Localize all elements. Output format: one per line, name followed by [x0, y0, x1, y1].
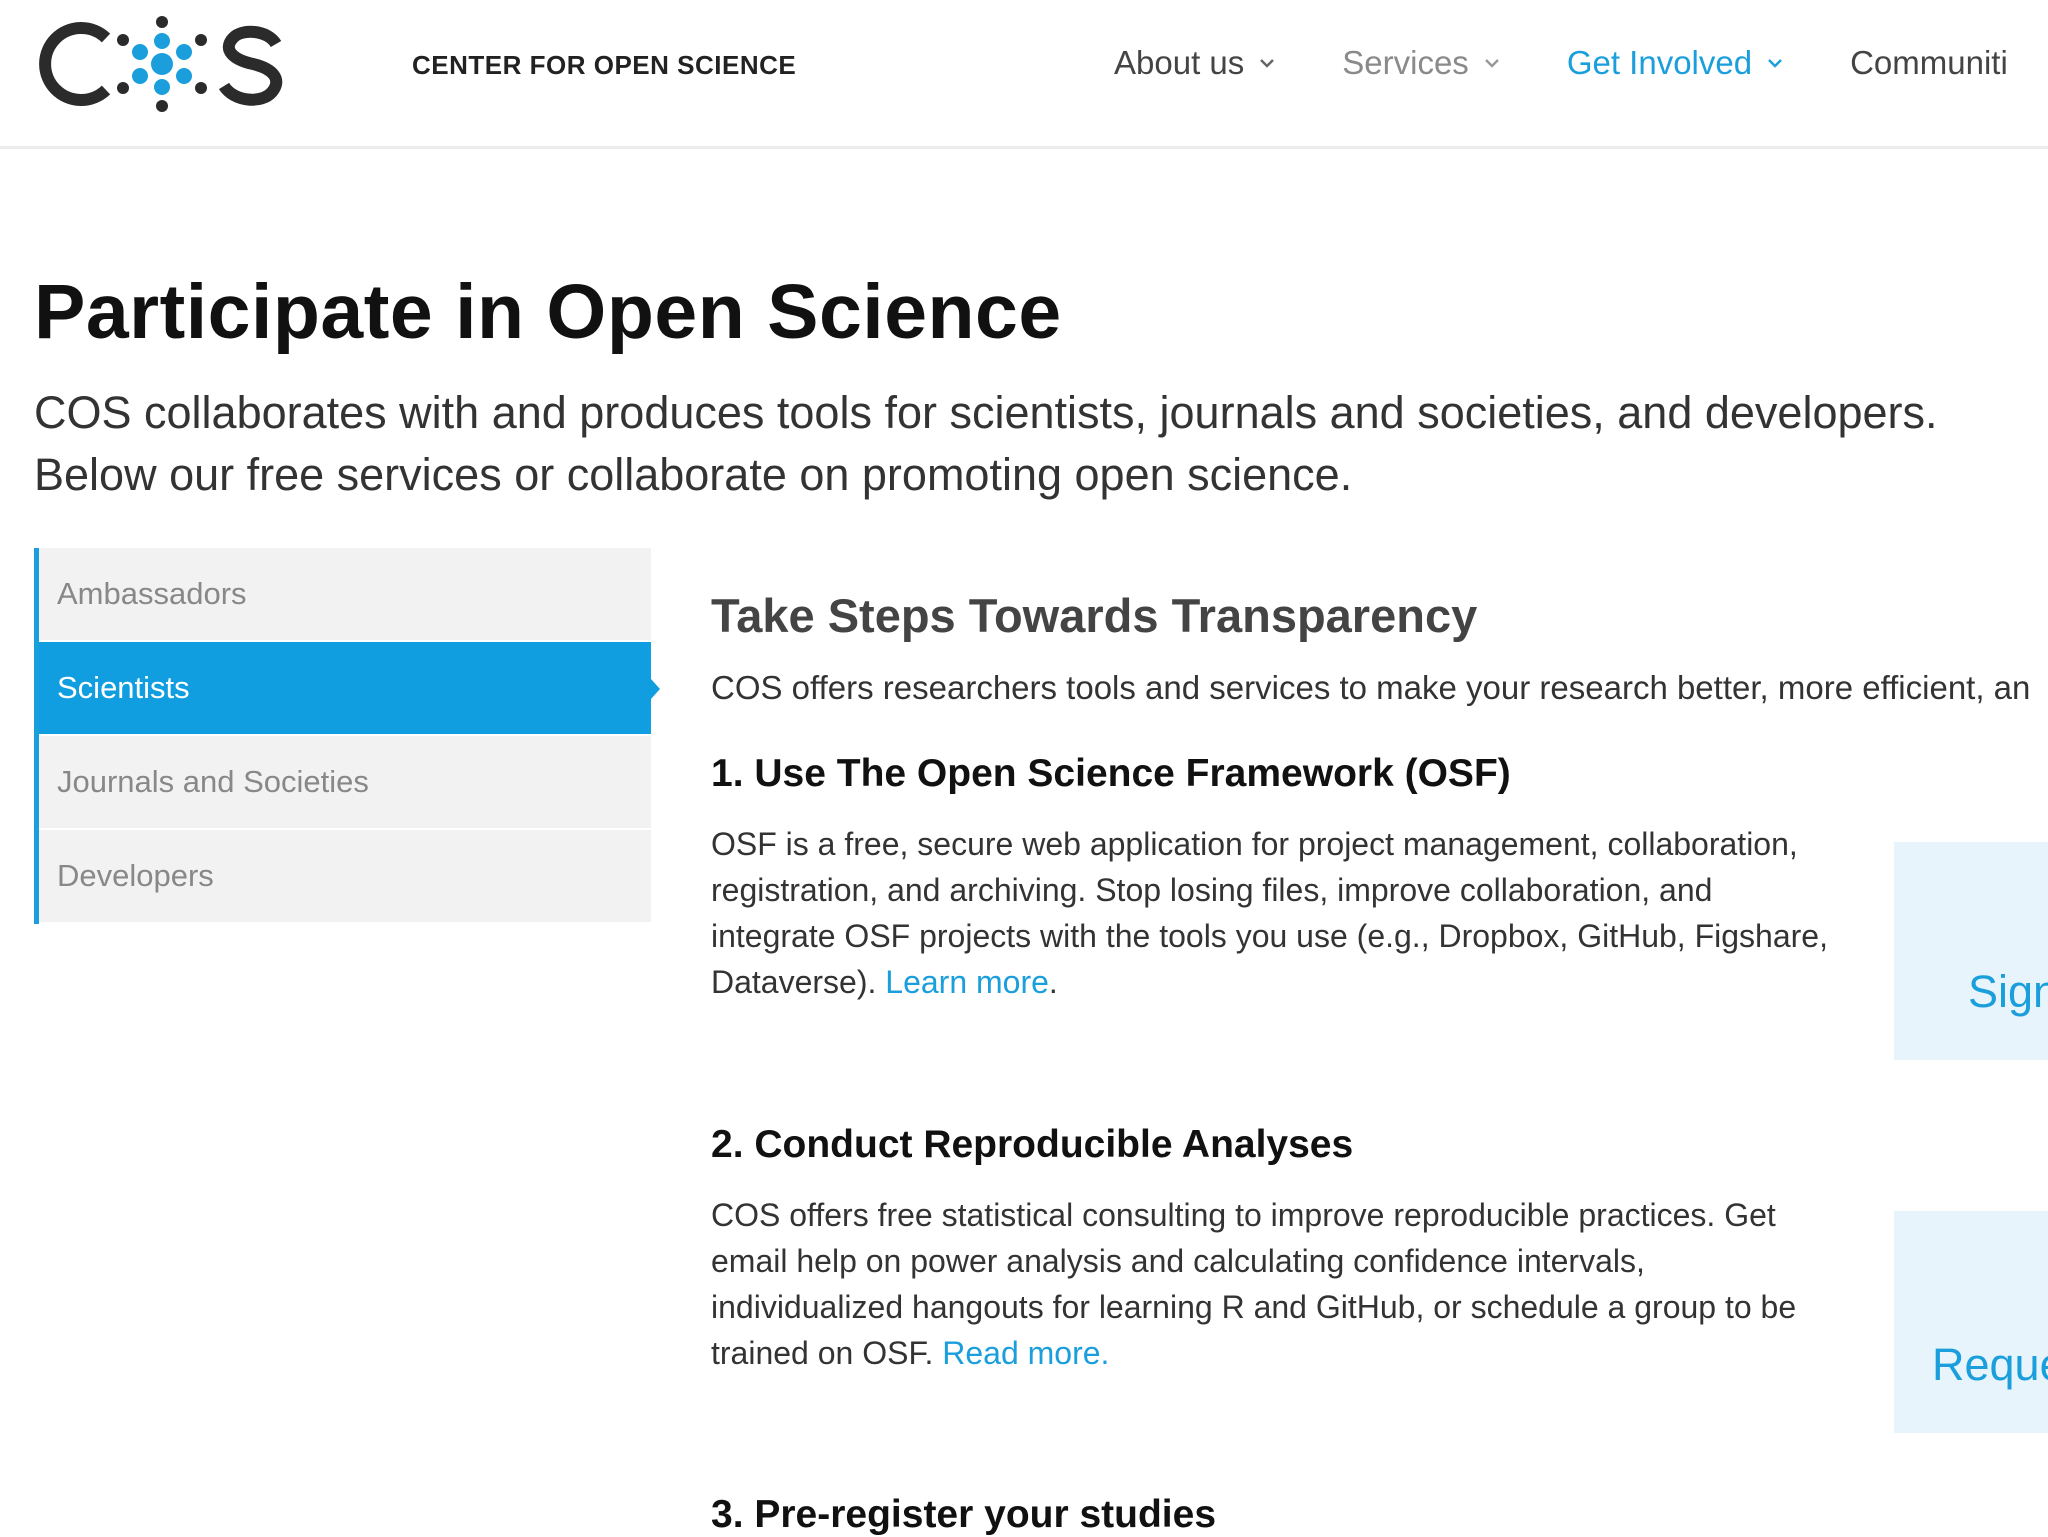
logo-dots-icon	[117, 16, 207, 112]
read-more-link[interactable]: Read more.	[942, 1335, 1109, 1371]
step-2-title: 2. Conduct Reproducible Analyses	[711, 1123, 1354, 1166]
sidebar-item-ambassadors[interactable]: Ambassadors	[39, 548, 651, 642]
sidebar-item-scientists[interactable]: Scientists	[39, 642, 660, 736]
nav-get-involved[interactable]: Get Involved	[1567, 44, 1784, 82]
nav-about-us[interactable]: About us	[1114, 44, 1276, 82]
page-title: Participate in Open Science	[34, 269, 1062, 355]
nav-services[interactable]: Services	[1342, 44, 1501, 82]
page-intro: COS collaborates with and produces tools…	[34, 387, 1938, 500]
nav-get-involved-label: Get Involved	[1566, 44, 1753, 81]
sidebar-item-journals-and-societies[interactable]: Journals and Societies	[39, 736, 651, 830]
sign-up-button[interactable]: Sign	[1894, 842, 2048, 1060]
main-nav: About us Services Get Involved Communiti	[1114, 38, 2048, 88]
chevron-down-icon	[1484, 59, 1499, 68]
section-lead: COS offers researchers tools and service…	[711, 669, 2031, 706]
sidebar-item-label: Ambassadors	[57, 576, 247, 611]
sidebar-item-label: Developers	[57, 858, 214, 893]
request-button[interactable]: Reque	[1894, 1211, 2048, 1433]
sidebar-item-label: Journals and Societies	[57, 764, 369, 799]
step-1-title: 1. Use The Open Science Framework (OSF)	[711, 752, 1511, 795]
step-2-text: COS offers free statistical consulting t…	[711, 1197, 1797, 1371]
chevron-down-icon	[1260, 59, 1275, 68]
sidebar-nav: Ambassadors Scientists Journals and Soci…	[34, 548, 660, 924]
nav-communities-label: Communiti	[1850, 44, 2008, 81]
learn-more-link[interactable]: Learn more	[885, 964, 1049, 1000]
site-header: CENTER FOR OPEN SCIENCE About us Service…	[0, 0, 2048, 149]
sidebar-item-label: Scientists	[57, 670, 190, 705]
chevron-down-icon	[1768, 59, 1782, 68]
nav-communities[interactable]: Communiti	[1850, 44, 2008, 82]
nav-about-us-label: About us	[1114, 44, 1245, 81]
sign-up-label: Sign	[1968, 966, 2048, 1017]
site-tagline: CENTER FOR OPEN SCIENCE	[412, 50, 797, 80]
section-title: Take Steps Towards Transparency	[711, 589, 1478, 642]
cos-logo[interactable]	[36, 14, 284, 114]
step-1-text: OSF is a free, secure web application fo…	[711, 826, 1828, 1000]
step-2-body: COS offers free statistical consulting t…	[711, 1192, 1841, 1376]
step-1-suffix: .	[1048, 964, 1058, 1000]
request-label: Reque	[1932, 1339, 2048, 1390]
step-3-title: 3. Pre-register your studies	[711, 1493, 1217, 1536]
nav-services-label: Services	[1342, 44, 1469, 81]
sidebar-item-developers[interactable]: Developers	[39, 830, 651, 924]
step-1-body: OSF is a free, secure web application fo…	[711, 821, 1841, 1005]
